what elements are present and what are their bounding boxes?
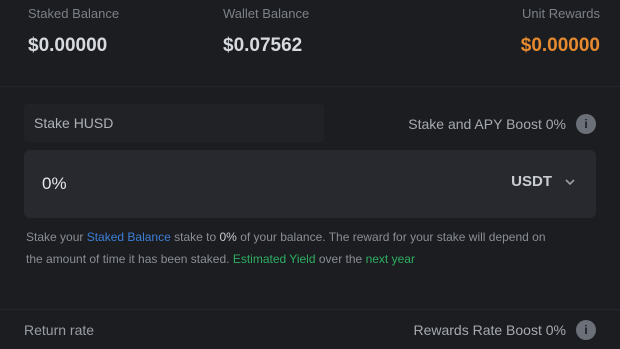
stat-staked-balance: Staked Balance $0.00000: [28, 6, 119, 57]
currency-select[interactable]: USDT: [511, 173, 576, 190]
stat-value: $0.00000: [28, 35, 108, 56]
stake-amount-input[interactable]: [42, 172, 342, 196]
stake-amount-panel: USDT: [24, 150, 596, 218]
desc-percent: 0%: [219, 230, 237, 244]
stat-label: Staked Balance: [28, 6, 120, 21]
staked-balance-link[interactable]: Staked Balance: [87, 230, 171, 244]
rewards-boost-link[interactable]: Rewards Rate Boost 0% i: [413, 320, 596, 340]
return-rate-row: Return rate Rewards Rate Boost 0% i: [24, 318, 596, 348]
estimated-yield: Estimated Yield: [232, 252, 316, 266]
rewards-boost-label: Rewards Rate Boost 0%: [413, 322, 566, 338]
apy-boost-link[interactable]: Stake and APY Boost 0% i: [408, 114, 596, 134]
stat-wallet-balance: Wallet Balance $0.07562: [223, 6, 309, 57]
stat-value: $0.07562: [223, 35, 303, 56]
desc-between: over the: [318, 252, 363, 266]
stat-label: Unit Rewards: [521, 6, 600, 21]
stat-unit-rewards: Unit Rewards $0.00000: [521, 6, 600, 57]
stat-label: Wallet Balance: [223, 6, 310, 21]
balance-stats: Staked Balance $0.00000 Wallet Balance $…: [28, 6, 600, 64]
info-icon[interactable]: i: [576, 114, 596, 134]
info-icon[interactable]: i: [576, 320, 596, 340]
desc-prefix: Stake your: [26, 230, 84, 244]
yield-period: next year: [365, 252, 415, 266]
section-divider: [0, 86, 620, 87]
desc-rest: of your balance. The reward for: [240, 230, 407, 244]
chevron-down-icon: [565, 178, 575, 185]
tab-stake[interactable]: Stake HUSD: [24, 104, 324, 142]
apy-boost-label: Stake and APY Boost 0%: [408, 116, 566, 132]
desc-middle: stake to: [174, 230, 217, 244]
currency-label: USDT: [511, 173, 552, 190]
stake-description: Stake your Staked Balance stake to 0% of…: [26, 226, 556, 270]
return-rate-label: Return rate: [24, 322, 95, 338]
section-divider: [0, 309, 620, 310]
stat-value: $0.00000: [520, 35, 600, 56]
stake-header: Stake HUSD Stake and APY Boost 0% i: [24, 104, 596, 144]
